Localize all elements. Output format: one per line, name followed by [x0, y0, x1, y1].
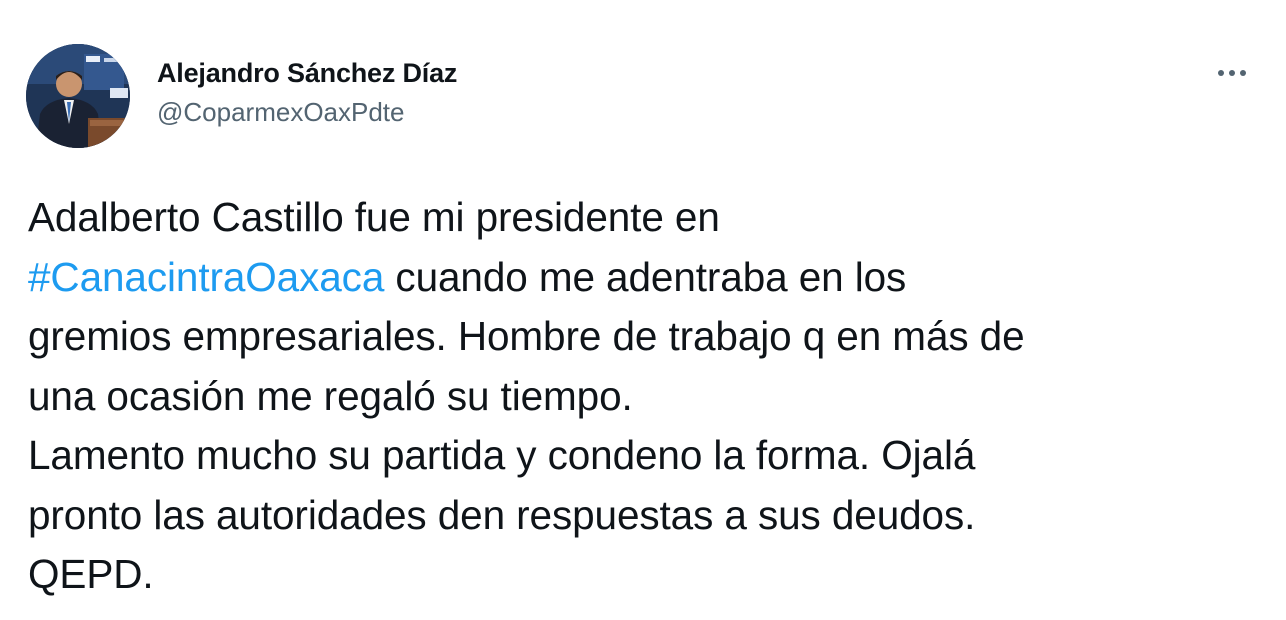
author-avatar[interactable] [26, 44, 130, 148]
tweet-line-4: una ocasión me regaló su tiempo. [28, 372, 633, 419]
more-options-button[interactable] [1212, 58, 1252, 88]
author-display-name[interactable]: Alejandro Sánchez Díaz [157, 56, 457, 90]
hashtag-link[interactable]: #CanacintraOaxaca [28, 254, 384, 300]
tweet-line-2: #CanacintraOaxaca cuando me adentraba en… [28, 248, 1268, 308]
tweet-line-7: QEPD. [28, 551, 154, 597]
tweet-line-6: pronto las autoridades den respuestas a … [28, 491, 976, 538]
author-handle[interactable]: @CoparmexOaxPdte [157, 96, 457, 128]
tweet-line-1: Adalberto Castillo fue mi presidente en [28, 194, 720, 240]
tweet-line-3: gremios empresariales. Hombre de trabajo… [28, 313, 1025, 359]
tweet-card: Alejandro Sánchez Díaz @CoparmexOaxPdte … [0, 0, 1286, 620]
tweet-line-5: Lamento mucho su partida y condeno la fo… [28, 432, 976, 478]
more-horizontal-icon [1218, 70, 1246, 76]
author-info: Alejandro Sánchez Díaz @CoparmexOaxPdte [157, 56, 457, 128]
avatar-photo [26, 44, 130, 148]
tweet-line-2-text: cuando me adentraba en los [384, 253, 907, 300]
tweet-body: Adalberto Castillo fue mi presidente en … [28, 188, 1268, 605]
